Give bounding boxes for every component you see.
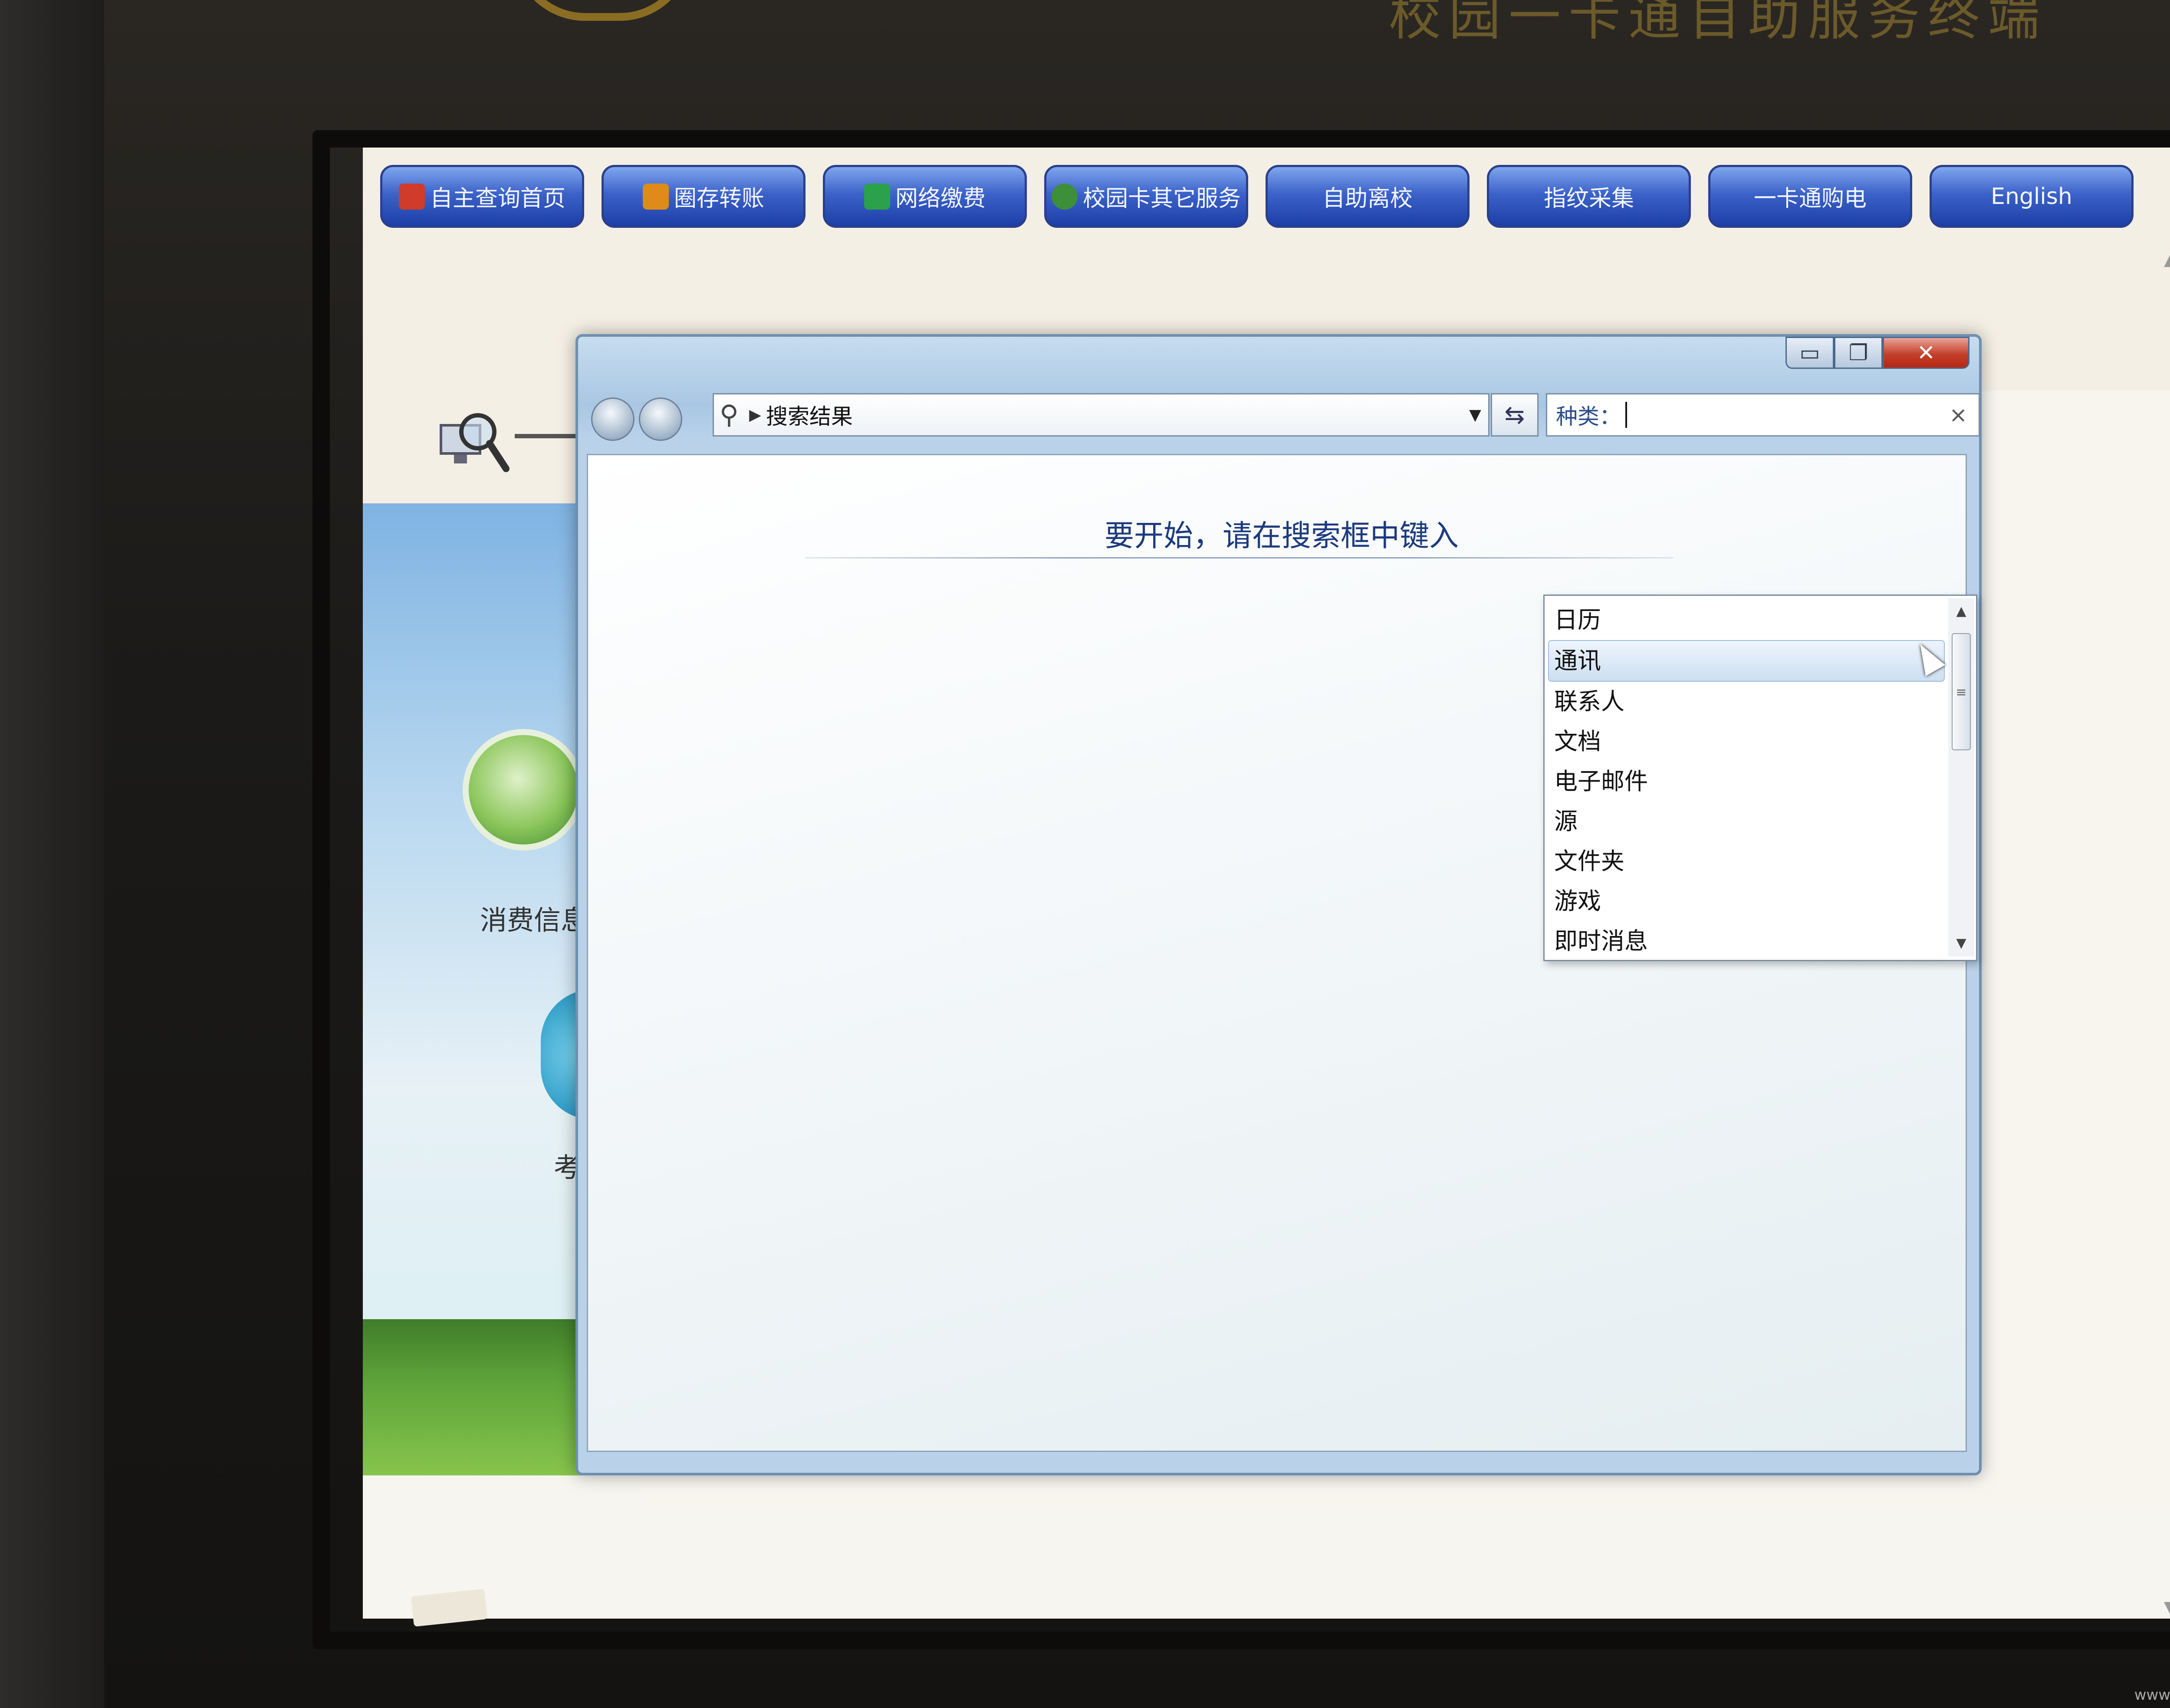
nav-checkout-button[interactable]: 自助离校	[1266, 165, 1470, 228]
scroll-down-icon[interactable]: ▼	[1948, 930, 1974, 956]
breadcrumb-arrow-icon[interactable]: ▶	[744, 406, 766, 424]
nav-card-services-button[interactable]: 校园卡其它服务	[1044, 165, 1248, 228]
kind-option[interactable]: 文档	[1545, 722, 1948, 762]
search-hint: 要开始，请在搜索框中键入	[1105, 519, 1459, 553]
forward-button[interactable]	[639, 397, 682, 441]
hint-divider	[805, 557, 1673, 558]
nav-label: 自助离校	[1322, 186, 1413, 212]
consume-info-label: 消费信息	[480, 904, 588, 936]
page-scroll-up-arrow[interactable]: ▲	[2164, 247, 2170, 269]
text-caret	[1625, 402, 1627, 428]
search-icon: ⚲	[720, 400, 739, 430]
nav-label: 圈存转账	[674, 186, 764, 212]
close-button[interactable]: ✕	[1883, 337, 1969, 369]
back-button[interactable]	[591, 397, 635, 441]
nav-label: 一卡通购电	[1753, 186, 1867, 212]
kiosk-screen: 自主查询首页 圈存转账 网络缴费 校园卡其它服务 自助离校 指纹采集 一卡通购电…	[363, 148, 2170, 1619]
kind-option[interactable]: 游戏	[1545, 881, 1948, 921]
nav-home-button[interactable]: 自主查询首页	[380, 165, 584, 228]
clear-search-button[interactable]: ×	[1949, 402, 1979, 427]
kind-option-selected[interactable]: 通讯	[1548, 640, 1945, 682]
network-icon	[864, 183, 890, 210]
explorer-toolbar: ⚲ ▶ 搜索结果 ▼ ⇆ 种类： ×	[587, 393, 1980, 441]
kind-option[interactable]: 即时消息	[1545, 921, 1948, 961]
nav-english-button[interactable]: English	[1930, 165, 2134, 228]
nav-fingerprint-button[interactable]: 指纹采集	[1487, 165, 1691, 228]
breadcrumb[interactable]: 搜索结果	[766, 399, 1462, 430]
maximize-button[interactable]: ❐	[1834, 337, 1883, 369]
window-caption-buttons: ▭ ❐ ✕	[1785, 337, 1969, 371]
nav-electricity-button[interactable]: 一卡通购电	[1708, 165, 1912, 228]
kind-option[interactable]: 日历	[1545, 600, 1948, 640]
list-scrollbar[interactable]: ▲ ≡ ▼	[1948, 598, 1974, 956]
consume-info-icon[interactable]	[463, 729, 584, 851]
page-scroll-down-arrow[interactable]: ▼	[2164, 1597, 2170, 1619]
refresh-button[interactable]: ⇆	[1491, 393, 1539, 437]
scroll-up-icon[interactable]: ▲	[1948, 598, 1974, 624]
home-icon	[398, 183, 425, 210]
section-title-dash	[515, 434, 575, 438]
nav-transfer-button[interactable]: 圈存转账	[602, 165, 806, 228]
kiosk-side	[0, 0, 104, 1708]
nav-label: 网络缴费	[895, 186, 986, 212]
kind-option[interactable]: 源	[1545, 801, 1948, 841]
address-dropdown-icon[interactable]: ▼	[1462, 406, 1488, 424]
watermark: www.wooyun.org	[2134, 1686, 2170, 1704]
nav-network-fee-button[interactable]: 网络缴费	[823, 165, 1027, 228]
minimize-button[interactable]: ▭	[1785, 337, 1834, 369]
kind-option[interactable]: 文件夹	[1545, 841, 1948, 881]
coins-icon	[642, 183, 669, 210]
nav-label: 校园卡其它服务	[1082, 186, 1241, 212]
top-navigation: 自主查询首页 圈存转账 网络缴费 校园卡其它服务 自助离校 指纹采集 一卡通购电…	[380, 165, 2151, 230]
nav-label: 自主查询首页	[430, 186, 566, 212]
nav-label: English	[1991, 183, 2072, 210]
address-bar[interactable]: ⚲ ▶ 搜索结果 ▼	[713, 393, 1489, 437]
kind-option[interactable]: 电子邮件	[1545, 762, 1948, 801]
kiosk-title: 校园一卡通自助服务终端	[1389, 0, 2048, 47]
scroll-thumb[interactable]: ≡	[1952, 633, 1971, 750]
globe-icon	[1051, 183, 1078, 210]
search-computer-icon	[440, 413, 510, 472]
search-input[interactable]: 种类： ×	[1546, 393, 1980, 437]
kind-option[interactable]: 联系人	[1545, 682, 1948, 722]
nav-label: 指纹采集	[1543, 186, 1634, 212]
search-kind-prefix: 种类：	[1556, 404, 1621, 429]
